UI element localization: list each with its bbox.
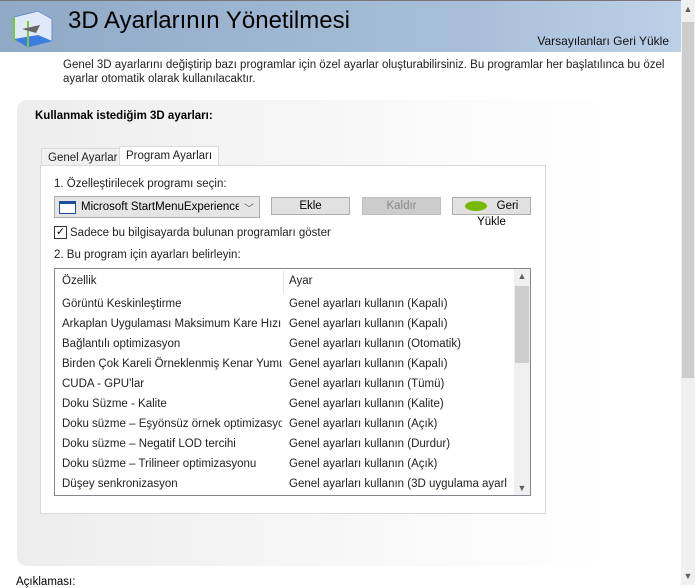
feature-cell: Doku Süzme - Kalite: [62, 398, 167, 410]
page-title: 3D Ayarlarının Yönetilmesi: [68, 7, 350, 34]
chevron-down-icon: ﹀: [244, 203, 254, 215]
tab-program-settings[interactable]: Program Ayarları: [119, 146, 220, 166]
list-header: Özellik Ayar: [55, 271, 513, 293]
table-row[interactable]: Doku süzme – Trilineer optimizasyonu Gene…: [55, 454, 513, 474]
add-button[interactable]: Ekle: [271, 197, 350, 215]
setting-cell[interactable]: Genel ayarları kullanın (Kapalı): [289, 314, 507, 334]
setting-cell[interactable]: Genel ayarları kullanın (Açık): [289, 414, 507, 434]
table-row[interactable]: Arkaplan Uygulaması Maksimum Kare Hızı Ge…: [55, 314, 513, 334]
page-header: 3D Ayarlarının Yönetilmesi Varsayılanlar…: [0, 0, 681, 52]
feature-cell: Doku süzme – Eşyönsüz örnek optimizasyon…: [62, 418, 282, 430]
description-label: Açıklaması:: [16, 576, 76, 588]
setting-cell[interactable]: Genel ayarları kullanın (Kapalı): [289, 354, 507, 374]
nvidia-icon: [464, 200, 487, 211]
setting-cell[interactable]: Genel ayarları kullanın (Kapalı): [289, 294, 507, 314]
remove-button[interactable]: Kaldır: [362, 197, 441, 215]
program-select[interactable]: Microsoft StartMenuExperience... ﹀: [54, 196, 260, 218]
column-header-setting[interactable]: Ayar: [289, 271, 507, 291]
feature-cell: Birden Çok Kareli Örneklenmiş Kenar Yumu…: [62, 358, 282, 370]
table-row[interactable]: Doku Süzme - Kalite Genel ayarları kullan…: [55, 394, 513, 414]
table-row[interactable]: Doku süzme – Negatif LOD tercihi Genel ay…: [55, 434, 513, 454]
feature-cell: Arkaplan Uygulaması Maksimum Kare Hızı: [62, 318, 282, 330]
settings-panel: Kullanmak istediğim 3D ayarları: Genel A…: [17, 100, 607, 566]
table-row[interactable]: CUDA - GPU'lar Genel ayarları kullanın (T…: [55, 374, 513, 394]
panel-title: Kullanmak istediğim 3D ayarları:: [35, 110, 213, 122]
page-scroll-up-icon[interactable]: ▲: [681, 4, 695, 14]
list-scrollbar-thumb[interactable]: [515, 286, 529, 363]
restore-button[interactable]: Geri Yükle: [452, 197, 531, 228]
column-header-feature[interactable]: Özellik: [62, 271, 282, 291]
feature-cell: Düşey senkronizasyon: [62, 478, 178, 490]
feature-cell: CUDA - GPU'lar: [62, 378, 145, 390]
page-scrollbar-thumb[interactable]: [682, 22, 694, 378]
feature-cell: Doku süzme – Negatif LOD tercihi: [62, 438, 236, 450]
step1-label: 1. Özelleştirilecek programı seçin:: [54, 178, 227, 190]
table-row[interactable]: Görüntü Keskinleştirme Genel ayarları kul…: [55, 294, 513, 314]
feature-cell: Doku süzme – Trilineer optimizasyonu: [62, 458, 257, 470]
page-scrollbar[interactable]: ▲ ▼: [681, 0, 695, 585]
scroll-up-icon[interactable]: ▲: [514, 271, 530, 281]
3d-settings-logo-icon: [13, 10, 53, 48]
page-scroll-down-icon[interactable]: ▼: [681, 571, 695, 581]
setting-cell[interactable]: Genel ayarları kullanın (Açık): [289, 454, 507, 474]
step2-label: 2. Bu program için ayarları belirleyin:: [54, 249, 241, 261]
table-row[interactable]: Düşey senkronizasyon Genel ayarları kulla…: [55, 474, 513, 494]
table-row[interactable]: Doku süzme – Eşyönsüz örnek optimizasyon…: [55, 414, 513, 434]
program-settings-tab-content: 1. Özelleştirilecek programı seçin: Micr…: [40, 165, 546, 514]
setting-cell[interactable]: Genel ayarları kullanın (Otomatik): [289, 334, 507, 354]
checkbox-checked-icon: ✓: [54, 226, 67, 239]
setting-cell[interactable]: Genel ayarları kullanın (3D uygulama aya…: [289, 474, 507, 494]
setting-cell[interactable]: Genel ayarları kullanın (Tümü): [289, 374, 507, 394]
setting-cell[interactable]: Genel ayarları kullanın (Durdur): [289, 434, 507, 454]
feature-cell: Görüntü Keskinleştirme: [62, 298, 182, 310]
list-scrollbar[interactable]: ▲ ▼: [514, 269, 530, 495]
table-row[interactable]: Birden Çok Kareli Örneklenmiş Kenar Yumu…: [55, 354, 513, 374]
program-select-value: Microsoft StartMenuExperience...: [81, 201, 239, 213]
scroll-down-icon[interactable]: ▼: [514, 483, 530, 493]
table-row[interactable]: Bağlantılı optimizasyon Genel ayarları ku…: [55, 334, 513, 354]
page-description: Genel 3D ayarlarını değiştirip bazı prog…: [63, 59, 665, 85]
restore-defaults-link[interactable]: Varsayılanları Geri Yükle: [537, 34, 669, 48]
window-icon: [59, 200, 76, 214]
checkbox-label: Sadece bu bilgisayarda bulunan programla…: [70, 226, 331, 239]
settings-list: Özellik Ayar Görüntü Keskinleştirme Genel…: [54, 268, 531, 496]
tab-global-settings[interactable]: Genel Ayarlar: [41, 148, 125, 166]
feature-cell: Bağlantılı optimizasyon: [62, 338, 181, 350]
column-divider: [283, 271, 284, 293]
setting-cell[interactable]: Genel ayarları kullanın (Kalite): [289, 394, 507, 414]
show-local-programs-checkbox[interactable]: ✓ Sadece bu bilgisayarda bulunan program…: [54, 226, 331, 239]
